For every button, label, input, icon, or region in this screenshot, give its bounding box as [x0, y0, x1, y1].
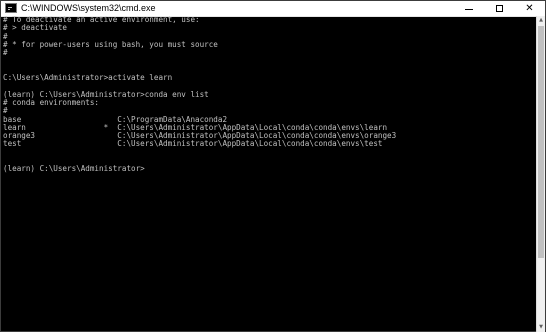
- vertical-scrollbar[interactable]: ▲ ▼: [536, 16, 545, 332]
- close-icon: ✕: [525, 3, 534, 14]
- cmd-window: C:\WINDOWS\system32\cmd.exe ✕ # To deact…: [0, 0, 546, 332]
- console-line: # To deactivate an active environment, u…: [3, 16, 200, 24]
- console-line: #: [3, 48, 8, 58]
- console-line: # conda environments:: [3, 97, 100, 107]
- minimize-icon: [465, 9, 473, 10]
- maximize-icon: [495, 5, 503, 12]
- cmd-icon: [5, 3, 17, 13]
- console-line: test C:\Users\Administrator\AppData\Loca…: [3, 139, 383, 149]
- window-title: C:\WINDOWS\system32\cmd.exe: [21, 3, 156, 13]
- maximize-button[interactable]: [484, 1, 514, 16]
- title-bar[interactable]: C:\WINDOWS\system32\cmd.exe ✕: [1, 1, 545, 17]
- console-line: C:\Users\Administrator>activate learn: [3, 73, 173, 83]
- console-output[interactable]: # To deactivate an active environment, u…: [1, 16, 536, 332]
- minimize-button[interactable]: [454, 1, 484, 16]
- console-line: # * for power-users using bash, you must…: [3, 39, 218, 49]
- console-line: (learn) C:\Users\Administrator>: [3, 164, 145, 174]
- scrollbar-thumb[interactable]: [538, 26, 544, 258]
- scroll-up-icon[interactable]: ▲: [537, 16, 545, 25]
- close-button[interactable]: ✕: [514, 1, 545, 16]
- console-line: # > deactivate: [3, 23, 68, 33]
- scroll-down-icon[interactable]: ▼: [537, 323, 545, 332]
